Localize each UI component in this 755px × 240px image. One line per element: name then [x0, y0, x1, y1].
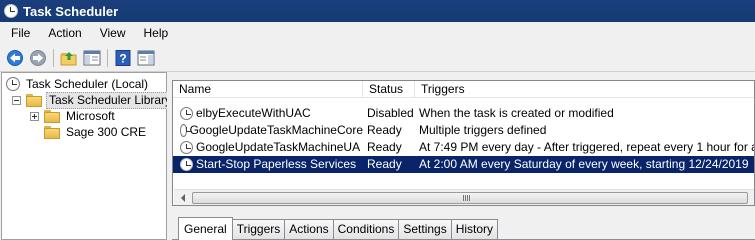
column-header-name[interactable]: Name	[173, 81, 363, 97]
back-button[interactable]	[5, 48, 25, 68]
folder-icon	[44, 109, 60, 123]
show-hide-action-pane-icon	[137, 50, 155, 65]
column-header-triggers[interactable]: Triggers	[415, 81, 754, 97]
task-clock-icon	[180, 158, 193, 171]
tree-item-microsoft[interactable]: Microsoft	[30, 108, 117, 124]
task-triggers: At 7:49 PM every day - After triggered, …	[419, 140, 754, 154]
task-name: GoogleUpdateTaskMachineCore	[189, 123, 363, 137]
collapse-icon[interactable]	[12, 95, 21, 105]
tab-actions[interactable]: Actions	[284, 219, 334, 239]
show-hide-action-pane-button[interactable]	[136, 48, 156, 68]
tree-item-sage-300-cre[interactable]: Sage 300 CRE	[44, 124, 148, 140]
tab-triggers[interactable]: Triggers	[231, 219, 286, 239]
tree-item-label: Microsoft	[66, 108, 115, 123]
back-arrow-icon	[7, 49, 23, 66]
task-scheduler-window: Task Scheduler File Action View Help ? T…	[0, 0, 755, 240]
folder-icon	[44, 125, 60, 139]
expand-icon[interactable]	[30, 111, 39, 121]
console-tree: Task Scheduler (Local) Task Scheduler Li…	[1, 72, 175, 240]
task-details-tabs: General Triggers Actions Conditions Sett…	[172, 217, 755, 240]
task-row[interactable]: GoogleUpdateTaskMachineUA Ready At 7:49 …	[173, 139, 754, 156]
task-clock-icon	[180, 124, 191, 137]
task-clock-icon	[180, 107, 193, 120]
clock-folder-icon	[26, 93, 42, 107]
task-name-cell: elbyExecuteWithUAC	[173, 105, 363, 122]
tree-item-label: Sage 300 CRE	[66, 124, 147, 139]
scroll-left-arrow-icon	[180, 194, 185, 202]
task-status: Disabled	[367, 106, 414, 120]
toolbar-separator	[53, 48, 54, 67]
window-title: Task Scheduler	[23, 3, 119, 19]
menu-view[interactable]: View	[89, 22, 133, 44]
menu-action[interactable]: Action	[37, 22, 88, 44]
menu-file[interactable]: File	[0, 22, 37, 44]
task-list: Name Status Triggers elbyExecuteWithUAC …	[172, 80, 755, 206]
toolbar-separator	[107, 48, 108, 67]
task-triggers: At 2:00 AM every Saturday of every week,…	[419, 157, 749, 171]
forward-button[interactable]	[28, 48, 48, 68]
task-name-cell: GoogleUpdateTaskMachineCore	[173, 122, 363, 139]
column-header-status[interactable]: Status	[363, 81, 415, 97]
scroll-left-button[interactable]	[174, 190, 191, 205]
tree-item-label: Task Scheduler Library	[46, 91, 175, 109]
tab-conditions[interactable]: Conditions	[332, 219, 400, 239]
toolbar: ?	[0, 44, 755, 72]
title-bar[interactable]: Task Scheduler	[0, 0, 755, 22]
tree-item-task-scheduler-library[interactable]: Task Scheduler Library	[12, 91, 175, 109]
column-header-row: Name Status Triggers	[173, 81, 754, 98]
menu-bar: File Action View Help	[0, 22, 755, 44]
help-button[interactable]: ?	[113, 48, 133, 68]
svg-text:?: ?	[119, 51, 126, 65]
task-name-cell: GoogleUpdateTaskMachineUA	[173, 139, 363, 156]
tree-item-task-scheduler-local[interactable]: Task Scheduler (Local)	[6, 76, 150, 92]
tab-general[interactable]: General	[178, 217, 233, 240]
clock-icon	[6, 77, 20, 91]
scrollbar-grip-icon	[463, 195, 471, 201]
task-status: Ready	[367, 140, 402, 154]
show-hide-console-tree-icon	[83, 50, 101, 65]
forward-arrow-icon	[30, 49, 46, 66]
horizontal-scrollbar[interactable]	[174, 189, 754, 205]
scrollbar-thumb[interactable]	[192, 192, 748, 204]
task-name-cell: Start-Stop Paperless Services	[173, 156, 363, 173]
task-scheduler-app-icon[interactable]	[4, 4, 18, 18]
task-name: GoogleUpdateTaskMachineUA	[196, 140, 361, 154]
task-name: Start-Stop Paperless Services	[196, 157, 357, 171]
task-triggers: When the task is created or modified	[419, 106, 614, 120]
task-name: elbyExecuteWithUAC	[196, 106, 311, 120]
task-triggers: Multiple triggers defined	[419, 123, 547, 137]
task-clock-icon	[180, 141, 193, 154]
task-row[interactable]: elbyExecuteWithUAC Disabled When the tas…	[173, 105, 754, 122]
tab-history[interactable]: History	[450, 219, 499, 239]
show-hide-console-tree-button[interactable]	[82, 48, 102, 68]
menu-help[interactable]: Help	[133, 22, 176, 44]
task-pane: Name Status Triggers elbyExecuteWithUAC …	[172, 72, 755, 240]
up-folder-icon	[60, 51, 77, 65]
help-icon: ?	[115, 49, 131, 66]
task-status: Ready	[367, 123, 402, 137]
task-row[interactable]: GoogleUpdateTaskMachineCore Ready Multip…	[173, 122, 754, 139]
up-one-level-button[interactable]	[59, 48, 79, 68]
task-status: Ready	[367, 157, 402, 171]
tab-settings[interactable]: Settings	[398, 219, 452, 239]
tree-item-label: Task Scheduler (Local)	[26, 76, 149, 91]
task-row-selected[interactable]: Start-Stop Paperless Services Ready At 2…	[173, 156, 754, 173]
